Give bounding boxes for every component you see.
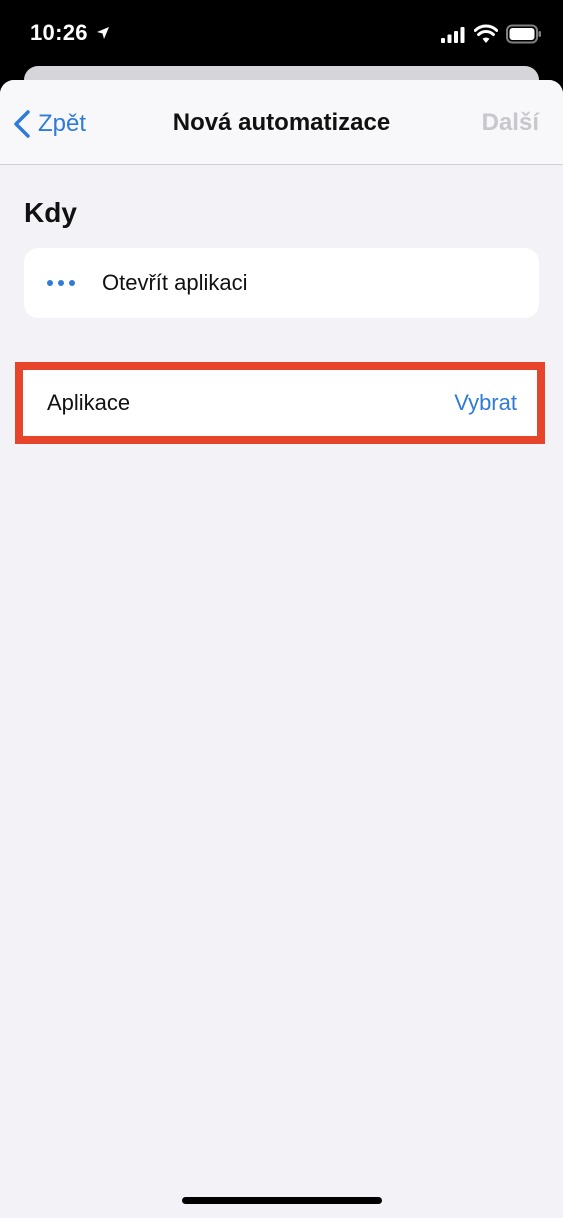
highlight-box: Aplikace Vybrat [15,362,545,444]
app-row[interactable]: Aplikace Vybrat [23,370,537,436]
trigger-card[interactable]: Otevřít aplikaci [24,248,539,318]
battery-icon [506,24,541,44]
wifi-icon [474,24,498,43]
automation-sheet: Zpět Nová automatizace Další Kdy Otevřít… [0,80,563,1218]
page-title: Nová automatizace [172,109,391,136]
trigger-label: Otevřít aplikaci [102,270,248,295]
location-arrow-icon [97,27,109,39]
choose-app-button[interactable]: Vybrat [454,390,517,416]
home-indicator [182,1197,382,1204]
status-time: 10:26 [30,20,88,45]
next-button[interactable]: Další [482,109,539,137]
section-title: Kdy [24,197,77,228]
app-row-label: Aplikace [47,390,131,415]
cellular-signal-icon [441,27,465,43]
navigation-bar: Zpět Nová automatizace Další [0,80,563,165]
status-bar: 10:26 [0,0,563,62]
screen: 10:26 Zpět Nová automatizace Další Kdy O… [0,0,563,1218]
ellipsis-icon [47,280,75,286]
